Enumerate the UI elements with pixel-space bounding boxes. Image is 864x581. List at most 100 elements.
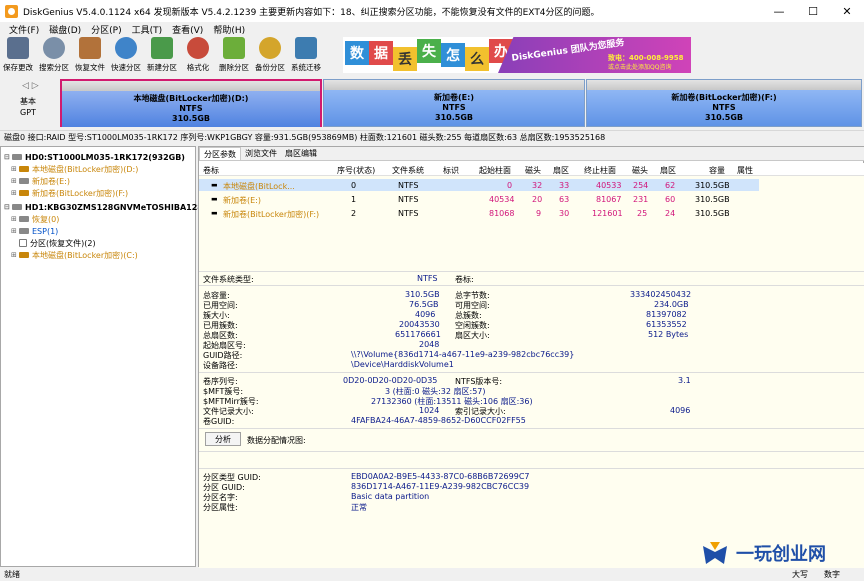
- tree-item-recovery[interactable]: ⊞ 恢复(0): [11, 213, 59, 225]
- backup-icon: [259, 37, 281, 59]
- maximize-button[interactable]: ☐: [796, 0, 830, 22]
- col-start-cyl: 起始柱面: [479, 166, 511, 175]
- ad-tile: 怎: [441, 43, 465, 67]
- partition-details: 文件系统类型: NTFS 卷标: 总容量: 310.5GB 总字节数: 3334…: [199, 271, 864, 568]
- expand-icon[interactable]: ⊞: [11, 227, 19, 235]
- col-end-head: 磁头: [632, 166, 648, 175]
- format-icon: [187, 37, 209, 59]
- col-attr: 属性: [737, 166, 753, 175]
- format-button[interactable]: 格式化: [180, 37, 216, 75]
- delete-partition-button[interactable]: 删除分区: [216, 37, 252, 75]
- col-end-sector: 扇区: [660, 166, 676, 175]
- analyze-button[interactable]: 分析: [205, 432, 241, 446]
- partition-icon: [19, 166, 29, 172]
- search-partition-button[interactable]: 搜索分区: [36, 37, 72, 75]
- tree-item-d[interactable]: ⊞ 本地磁盘(BitLocker加密)(D:): [11, 163, 138, 175]
- recover-files-button[interactable]: 恢复文件: [72, 37, 108, 75]
- recover-icon: [79, 37, 101, 59]
- col-index: 序号(状态): [337, 166, 376, 175]
- menu-help[interactable]: 帮助(H): [208, 23, 250, 36]
- backup-partition-button[interactable]: 备份分区: [252, 37, 288, 75]
- col-fs: 文件系统: [392, 166, 424, 175]
- new-partition-icon: [151, 37, 173, 59]
- fs-type-value: NTFS: [417, 274, 438, 283]
- tree-disk-hd0[interactable]: ⊟ HD0:ST1000LM035-1RK172(932GB): [4, 151, 185, 163]
- partition-fs: NTFS: [442, 103, 466, 112]
- expand-icon[interactable]: ⊞: [11, 215, 19, 223]
- quick-partition-button[interactable]: 快速分区: [108, 37, 144, 75]
- title-bar: DiskGenius V5.4.0.1124 x64 发现新版本 V5.4.2.…: [0, 0, 864, 22]
- system-migration-button[interactable]: 系统迁移: [288, 37, 324, 75]
- magnifier-icon: [43, 37, 65, 59]
- partition-name: 新加卷(E:): [434, 93, 474, 102]
- partition-fs: NTFS: [712, 103, 736, 112]
- minimize-button[interactable]: —: [762, 0, 796, 22]
- ad-tile: 失: [417, 39, 441, 63]
- tree-item-e[interactable]: ⊞ 新加卷(E:): [11, 175, 70, 187]
- watermark-text: 一玩创业网: [736, 544, 826, 565]
- checkbox-icon[interactable]: [19, 239, 27, 247]
- partition-block-e[interactable]: 新加卷(E:) NTFS 310.5GB: [323, 79, 585, 127]
- ad-tile: 丢: [393, 47, 417, 71]
- tab-partition-params[interactable]: 分区参数: [199, 147, 241, 160]
- tree-item-f[interactable]: ⊞ 新加卷(BitLocker加密)(F:): [11, 187, 128, 199]
- ad-banner[interactable]: 数 据 丢 失 怎 么 办 DiskGenius 团队为您服务 致电：400-0…: [343, 37, 691, 73]
- expand-icon[interactable]: ⊞: [11, 251, 19, 259]
- allocation-map-label: 数据分配情况图:: [247, 436, 306, 445]
- disk-nav-arrows[interactable]: ◁ ▷: [22, 81, 39, 91]
- disk-type: 基本 GPT: [20, 97, 36, 117]
- close-button[interactable]: ✕: [830, 0, 864, 22]
- table-row[interactable]: ▬ 新加卷(E:) 1 NTFS 40534 20 63 81067 231 6…: [199, 193, 759, 205]
- diskgenius-window: DiskGenius V5.4.0.1124 x64 发现新版本 V5.4.2.…: [0, 0, 864, 581]
- tree-item-msr[interactable]: 分区(恢复文件)(2): [19, 237, 96, 249]
- fs-type-label: 文件系统类型:: [203, 275, 254, 284]
- partition-icon: [19, 228, 29, 234]
- table-row[interactable]: ▬ 本地磁盘(BitLock... 0 NTFS 0 32 33 40533 2…: [199, 179, 759, 191]
- tree-item-esp[interactable]: ⊞ ESP(1): [11, 225, 58, 237]
- partition-block-f[interactable]: 新加卷(BitLocker加密)(F:) NTFS 310.5GB: [586, 79, 862, 127]
- collapse-icon[interactable]: ⊟: [4, 203, 12, 211]
- tab-browse-files[interactable]: 浏览文件: [241, 147, 281, 160]
- disk-icon: [12, 204, 22, 210]
- partition-icon: [19, 178, 29, 184]
- window-title: DiskGenius V5.4.0.1124 x64 发现新版本 V5.4.2.…: [23, 7, 600, 18]
- menu-partition[interactable]: 分区(P): [86, 23, 126, 36]
- computer-icon: [295, 37, 317, 59]
- expand-icon[interactable]: ⊞: [11, 189, 19, 197]
- expand-icon[interactable]: ⊞: [11, 177, 19, 185]
- save-icon: [7, 37, 29, 59]
- row-icon: ▬: [211, 195, 218, 203]
- partition-block-d[interactable]: 本地磁盘(BitLocker加密)(D:) NTFS 310.5GB: [60, 79, 322, 127]
- partition-size: 310.5GB: [705, 113, 743, 122]
- watermark-logo: [700, 538, 730, 568]
- ad-tile: 据: [369, 41, 393, 65]
- expand-icon[interactable]: ⊞: [11, 165, 19, 173]
- status-bar: 就绪 大写 数字: [0, 568, 864, 581]
- details-pane: 分区参数 浏览文件 扇区编辑 卷标 序号(状态) 文件系统 标识 起始柱面 磁头…: [198, 146, 864, 568]
- table-row[interactable]: ▬ 新加卷(BitLocker加密)(F:) 2 NTFS 81068 9 30…: [199, 207, 759, 219]
- save-changes-button[interactable]: 保存更改: [0, 37, 36, 75]
- row-icon: ▬: [211, 181, 218, 189]
- tab-sector-edit[interactable]: 扇区编辑: [281, 147, 321, 160]
- row-icon: ▬: [211, 209, 218, 217]
- partition-icon: [19, 216, 29, 222]
- disk-icon: [115, 37, 137, 59]
- num-indicator: 数字: [824, 570, 840, 579]
- new-partition-button[interactable]: 新建分区: [144, 37, 180, 75]
- menu-view[interactable]: 查看(V): [167, 23, 208, 36]
- ad-tile: 数: [345, 41, 369, 65]
- menu-tools[interactable]: 工具(T): [127, 23, 168, 36]
- partition-name: 本地磁盘(BitLocker加密)(D:): [133, 94, 249, 103]
- tree-disk-hd1[interactable]: ⊟ HD1:KBG30ZMS128GNVMeTOSHIBA128G: [4, 201, 209, 213]
- tree-item-c[interactable]: ⊞ 本地磁盘(BitLocker加密)(C:): [11, 249, 138, 261]
- menu-disk[interactable]: 磁盘(D): [44, 23, 86, 36]
- collapse-icon[interactable]: ⊟: [4, 153, 12, 161]
- col-id: 标识: [443, 166, 459, 175]
- volume-label-label: 卷标:: [455, 275, 474, 284]
- ad-qq-link[interactable]: 或点击此处添加QQ咨询: [608, 62, 671, 71]
- disk-icon: [12, 154, 22, 160]
- tab-bar: 分区参数 浏览文件 扇区编辑: [199, 147, 864, 161]
- toolbar: 保存更改 搜索分区 恢复文件 快速分区 新建分区 格式化 删除分区 备份分区 系…: [0, 37, 324, 75]
- menu-file[interactable]: 文件(F): [4, 23, 44, 36]
- col-end-cyl: 终止柱面: [584, 166, 616, 175]
